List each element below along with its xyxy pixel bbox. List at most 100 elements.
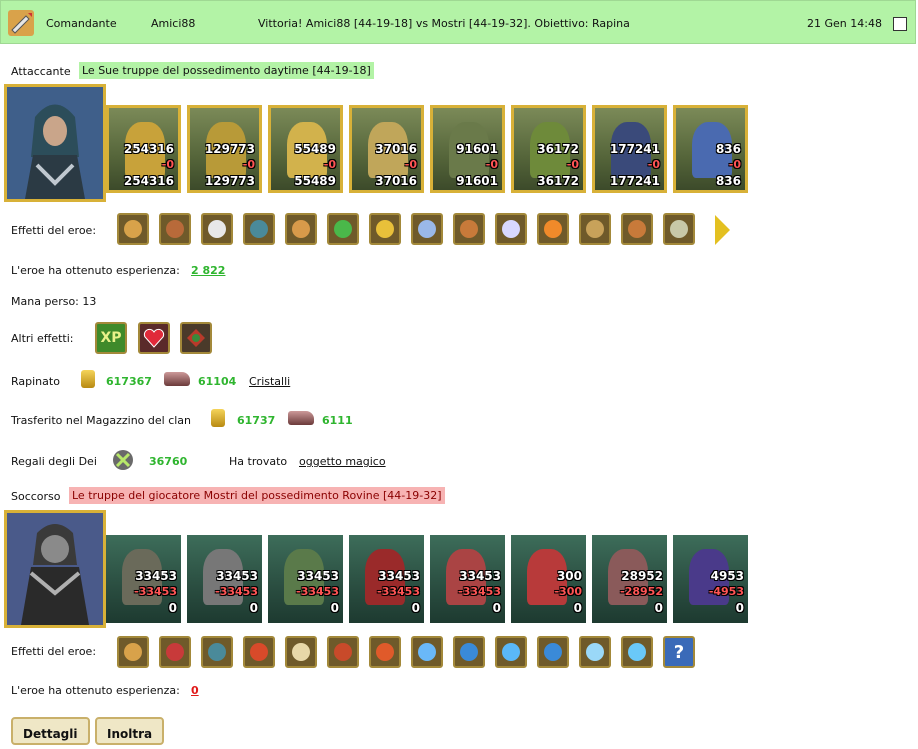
defender-unit-card[interactable]: 33453 -33453 0 (430, 535, 505, 623)
attacker-unit-bottom: 129773 (204, 174, 255, 188)
attacker-effect-icon[interactable] (369, 213, 401, 245)
defender-unit-lost: -33453 (134, 585, 177, 598)
defender-effect-icon[interactable] (537, 636, 569, 668)
attacker-unit-card[interactable]: 36172 -0 36172 (511, 105, 586, 193)
clan-transfer-label: Trasferito nel Magazzino del clan (11, 414, 192, 427)
magic-item-link[interactable]: oggetto magico (299, 455, 386, 468)
attacker-unit-lost: -0 (242, 158, 255, 171)
sender-label: Comandante (46, 17, 117, 30)
attacker-hero-portrait[interactable] (4, 84, 106, 202)
attacker-unit-bottom: 37016 (375, 174, 417, 188)
attacker-unit-lost: -0 (485, 158, 498, 171)
attacker-unit-top: 129773 (204, 142, 255, 156)
gods-gifts-label: Regali degli Dei (11, 455, 97, 468)
attacker-effect-icon[interactable] (579, 213, 611, 245)
attacker-unit-top: 836 (715, 142, 741, 156)
defender-unit-card[interactable]: 4953 -4953 0 (673, 535, 748, 623)
defender-effect-icon[interactable] (369, 636, 401, 668)
defender-unit-card[interactable]: 28952 -28952 0 (592, 535, 667, 623)
defender-effect-icon[interactable] (159, 636, 191, 668)
defender-effects-label: Effetti del eroe: (11, 645, 97, 658)
attacker-unit-lost: -0 (323, 158, 336, 171)
defender-unit-card[interactable]: 33453 -33453 0 (349, 535, 424, 623)
attacker-unit-lost: -0 (647, 158, 660, 171)
attacker-unit-lost: -0 (566, 158, 579, 171)
attacker-effect-icon[interactable] (117, 213, 149, 245)
defender-effect-icon[interactable] (579, 636, 611, 668)
attacker-effect-icon[interactable] (495, 213, 527, 245)
attacker-unit-card[interactable]: 836 -0 836 (673, 105, 748, 193)
defender-exp-value[interactable]: 0 (191, 684, 199, 697)
defender-unit-card[interactable]: 33453 -33453 0 (187, 535, 262, 623)
attacker-effect-icon[interactable] (621, 213, 653, 245)
attacker-unit-card[interactable]: 129773 -0 129773 (187, 105, 262, 193)
defender-unit-top: 33453 (459, 569, 501, 583)
heart-icon (143, 328, 165, 348)
report-date: 21 Gen 14:48 (807, 17, 882, 30)
attacker-label: Attaccante (11, 65, 71, 78)
attacker-unit-bottom: 36172 (537, 174, 579, 188)
defender-unit-lost: -33453 (296, 585, 339, 598)
attacker-unit-card[interactable]: 177241 -0 177241 (592, 105, 667, 193)
attacker-effect-icon[interactable] (201, 213, 233, 245)
defender-hero-portrait[interactable] (4, 510, 106, 628)
attacker-unit-lost: -0 (404, 158, 417, 171)
attacker-unit-lost: -0 (728, 158, 741, 171)
defender-unit-lost: -33453 (377, 585, 420, 598)
attacker-effect-icon[interactable] (243, 213, 275, 245)
attacker-unit-top: 36172 (537, 142, 579, 156)
attacker-effect-icon[interactable] (453, 213, 485, 245)
defender-unit-bottom: 0 (654, 601, 663, 615)
defender-unit-top: 33453 (297, 569, 339, 583)
defender-effect-icon[interactable] (243, 636, 275, 668)
defender-unit-bottom: 0 (573, 601, 582, 615)
defender-unit-card[interactable]: 300 -300 0 (511, 535, 586, 623)
defender-effect-icon[interactable]: ? (663, 636, 695, 668)
attacker-effect-icon[interactable] (411, 213, 443, 245)
crystals-link[interactable]: Cristalli (249, 375, 290, 388)
defender-label: Soccorso (11, 490, 61, 503)
defender-effect-icon[interactable] (327, 636, 359, 668)
defender-unit-card[interactable]: 33453 -33453 0 (268, 535, 343, 623)
defender-effect-icon[interactable] (285, 636, 317, 668)
defender-effect-icon[interactable] (495, 636, 527, 668)
defender-unit-lost: -28952 (620, 585, 663, 598)
attacker-effect-icon[interactable] (537, 213, 569, 245)
defender-unit-lost: -33453 (458, 585, 501, 598)
rune-bonus-icon[interactable] (180, 322, 212, 354)
defender-unit-top: 33453 (216, 569, 258, 583)
clan-gold: 61737 (237, 414, 276, 427)
crystal-icon (288, 411, 314, 425)
attacker-unit-card[interactable]: 254316 -0 254316 (106, 105, 181, 193)
attacker-unit-card[interactable]: 55489 -0 55489 (268, 105, 343, 193)
report-header: Comandante Amici88 Vittoria! Amici88 [44… (0, 0, 916, 44)
attacker-exp-value[interactable]: 2 822 (191, 264, 225, 277)
gold-icon (81, 370, 95, 388)
gods-gifts-value: 36760 (149, 455, 188, 468)
defender-effect-icon[interactable] (411, 636, 443, 668)
attacker-unit-top: 55489 (294, 142, 336, 156)
attacker-unit-top: 254316 (123, 142, 174, 156)
xp-bonus-icon[interactable]: XP (95, 322, 127, 354)
beast-hero-icon (7, 513, 103, 625)
defender-effect-icon[interactable] (453, 636, 485, 668)
defender-effect-icon[interactable] (201, 636, 233, 668)
attacker-unit-card[interactable]: 91601 -0 91601 (430, 105, 505, 193)
attacker-unit-bottom: 836 (715, 174, 741, 188)
defender-effect-icon[interactable] (117, 636, 149, 668)
attacker-unit-bottom: 254316 (123, 174, 174, 188)
attacker-effect-icon[interactable] (159, 213, 191, 245)
attacker-effect-icon[interactable] (285, 213, 317, 245)
defender-unit-top: 4953 (710, 569, 744, 583)
attacker-name: Le Sue truppe del possedimento daytime [… (79, 62, 374, 79)
defender-effect-icon[interactable] (621, 636, 653, 668)
heart-bonus-icon[interactable] (138, 322, 170, 354)
defender-unit-card[interactable]: 33453 -33453 0 (106, 535, 181, 623)
select-checkbox[interactable] (893, 17, 907, 31)
effects-scroll-right-icon[interactable] (715, 215, 730, 245)
attacker-effect-icon[interactable] (327, 213, 359, 245)
attacker-unit-card[interactable]: 37016 -0 37016 (349, 105, 424, 193)
attacker-effect-icon[interactable] (663, 213, 695, 245)
attacker-unit-bottom: 55489 (294, 174, 336, 188)
rune-icon (187, 329, 205, 347)
